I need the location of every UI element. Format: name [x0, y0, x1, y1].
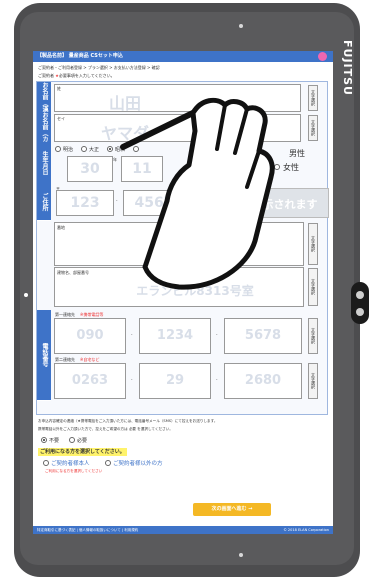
- brand-logo: FUJITSU: [341, 40, 354, 96]
- sms-radio-needed[interactable]: [69, 437, 75, 443]
- phone1-dash1: -: [131, 332, 133, 337]
- sms-radio-unneeded[interactable]: [41, 437, 47, 443]
- era-taisho-label: 大正: [89, 147, 100, 153]
- usage-sub-note: ご利用になる方を選択してください: [45, 469, 103, 473]
- building-label: 建物名、部屋番号: [57, 270, 89, 275]
- year-unit: 年: [113, 157, 117, 162]
- phone1-part1-input[interactable]: 090: [54, 318, 126, 354]
- required-notice: ご契約者 ★必要事項を入力してください。: [38, 73, 115, 79]
- phone1-part3-placeholder: 5678: [244, 328, 282, 343]
- zip-dash: -: [116, 198, 118, 203]
- phone-row-1: 第一連絡先 ※携帯電話等 090 - 1234 - 5678: [54, 312, 304, 354]
- page-header: 【製品名前】 量産商品 CSセット申込: [33, 51, 333, 62]
- usage-title: ご利用になる方を選択してください。: [38, 448, 127, 456]
- era-radio-taisho[interactable]: [81, 146, 87, 152]
- era-radio-meiji[interactable]: [55, 146, 61, 152]
- sms-notice-line2: 携帯電話以外をご入力頂いた方で、控えをご希望の方は 必要 を選択してください。: [38, 427, 173, 431]
- page-title: 【製品名前】 量産商品 CSセット申込: [37, 53, 123, 59]
- usage-radio-other[interactable]: [105, 460, 111, 466]
- hand-pointer-icon: [120, 97, 275, 290]
- tablet-screen: 【製品名前】 量産商品 CSセット申込 ご契約者・ご利用者登録 > プラン選択 …: [33, 51, 333, 534]
- birth-year-input[interactable]: 30: [67, 156, 113, 182]
- side-button[interactable]: [351, 282, 369, 324]
- char-select-button-kana[interactable]: 文字選択: [308, 115, 318, 141]
- era-radio-showa[interactable]: [107, 146, 113, 152]
- phone2-dash1: -: [131, 377, 133, 382]
- phone2-part3-placeholder: 2680: [244, 373, 282, 388]
- page-footer: 特定商取引に基づく表記 | 個人情報の取扱いについて | 利用規約 © 2018…: [33, 526, 333, 534]
- phone1-part2-input[interactable]: 1234: [139, 318, 211, 354]
- sei-label: 姓: [57, 86, 61, 91]
- usage-radio-self[interactable]: [43, 460, 49, 466]
- phone2-part1-input[interactable]: 0263: [54, 363, 126, 399]
- notice-prefix: ご契約者: [38, 73, 54, 78]
- usage-other-label: ご契約者様以外の方: [113, 461, 163, 467]
- phone1-part1-placeholder: 090: [76, 328, 104, 343]
- phone1-dash2: -: [216, 332, 218, 337]
- sms-unneeded-label: 不要: [49, 438, 60, 444]
- label-name-kanji: お名前（漢字）: [33, 82, 51, 113]
- phone1-part2-placeholder: 1234: [156, 328, 194, 343]
- gender-male-label: 男性: [289, 149, 305, 158]
- phone2-dash2: -: [216, 377, 218, 382]
- sms-needed-label: 必要: [77, 438, 88, 444]
- gender-female-label: 女性: [283, 163, 299, 172]
- era-meiji-label: 明治: [63, 147, 74, 153]
- phone2-part3-input[interactable]: 2680: [224, 363, 302, 399]
- char-select-button-banchi[interactable]: 文字選択: [308, 223, 318, 265]
- zip-first-input[interactable]: 123: [56, 190, 114, 216]
- phone2-part2-placeholder: 29: [165, 373, 185, 388]
- notice-text: 必要事項を入力してください。: [58, 73, 115, 78]
- bottom-sensor: [239, 553, 243, 557]
- phone1-part3-input[interactable]: 5678: [224, 318, 302, 354]
- label-phone: 電話番号: [37, 310, 51, 401]
- usage-self-label: ご契約者様本人: [51, 461, 90, 467]
- banchi-label: 番地: [57, 225, 65, 230]
- phone-row-2: 第二連絡先 ※自宅など 0263 - 29 - 2680: [54, 357, 304, 399]
- label-address: ご住所: [37, 184, 51, 221]
- phone2-part2-input[interactable]: 29: [139, 363, 211, 399]
- front-camera: [239, 24, 243, 28]
- birth-year-placeholder: 30: [80, 161, 100, 177]
- char-select-button-building[interactable]: 文字選択: [308, 268, 318, 306]
- footer-copyright: © 2018 ELAN Corporation: [283, 528, 329, 532]
- footer-links[interactable]: 特定商取引に基づく表記 | 個人情報の取扱いについて | 利用規約: [37, 526, 138, 534]
- label-birthday: 生年月日: [37, 142, 51, 185]
- side-sensor: [24, 293, 28, 297]
- sei-kana-label: セイ: [57, 116, 65, 121]
- char-select-button-phone1[interactable]: 文字選択: [308, 318, 318, 354]
- sms-notice-line1: お申込内容確定の連絡（★携帯電話をご入力頂いた方には、電話番号メール（SMS）に…: [38, 419, 218, 423]
- zip-first-placeholder: 123: [70, 195, 100, 211]
- help-icon[interactable]: [318, 52, 327, 61]
- next-page-button[interactable]: 次の画面へ進む →: [193, 503, 271, 516]
- breadcrumb: ご契約者・ご利用者登録 > プラン選択 > お支払い方法登録 > 確認: [38, 65, 160, 70]
- char-select-button-phone2[interactable]: 文字選択: [308, 363, 318, 399]
- char-select-button-kanji[interactable]: 文字選択: [308, 85, 318, 111]
- phone2-part1-placeholder: 0263: [71, 373, 109, 388]
- label-name-kana: お名前（カナ）: [33, 112, 51, 143]
